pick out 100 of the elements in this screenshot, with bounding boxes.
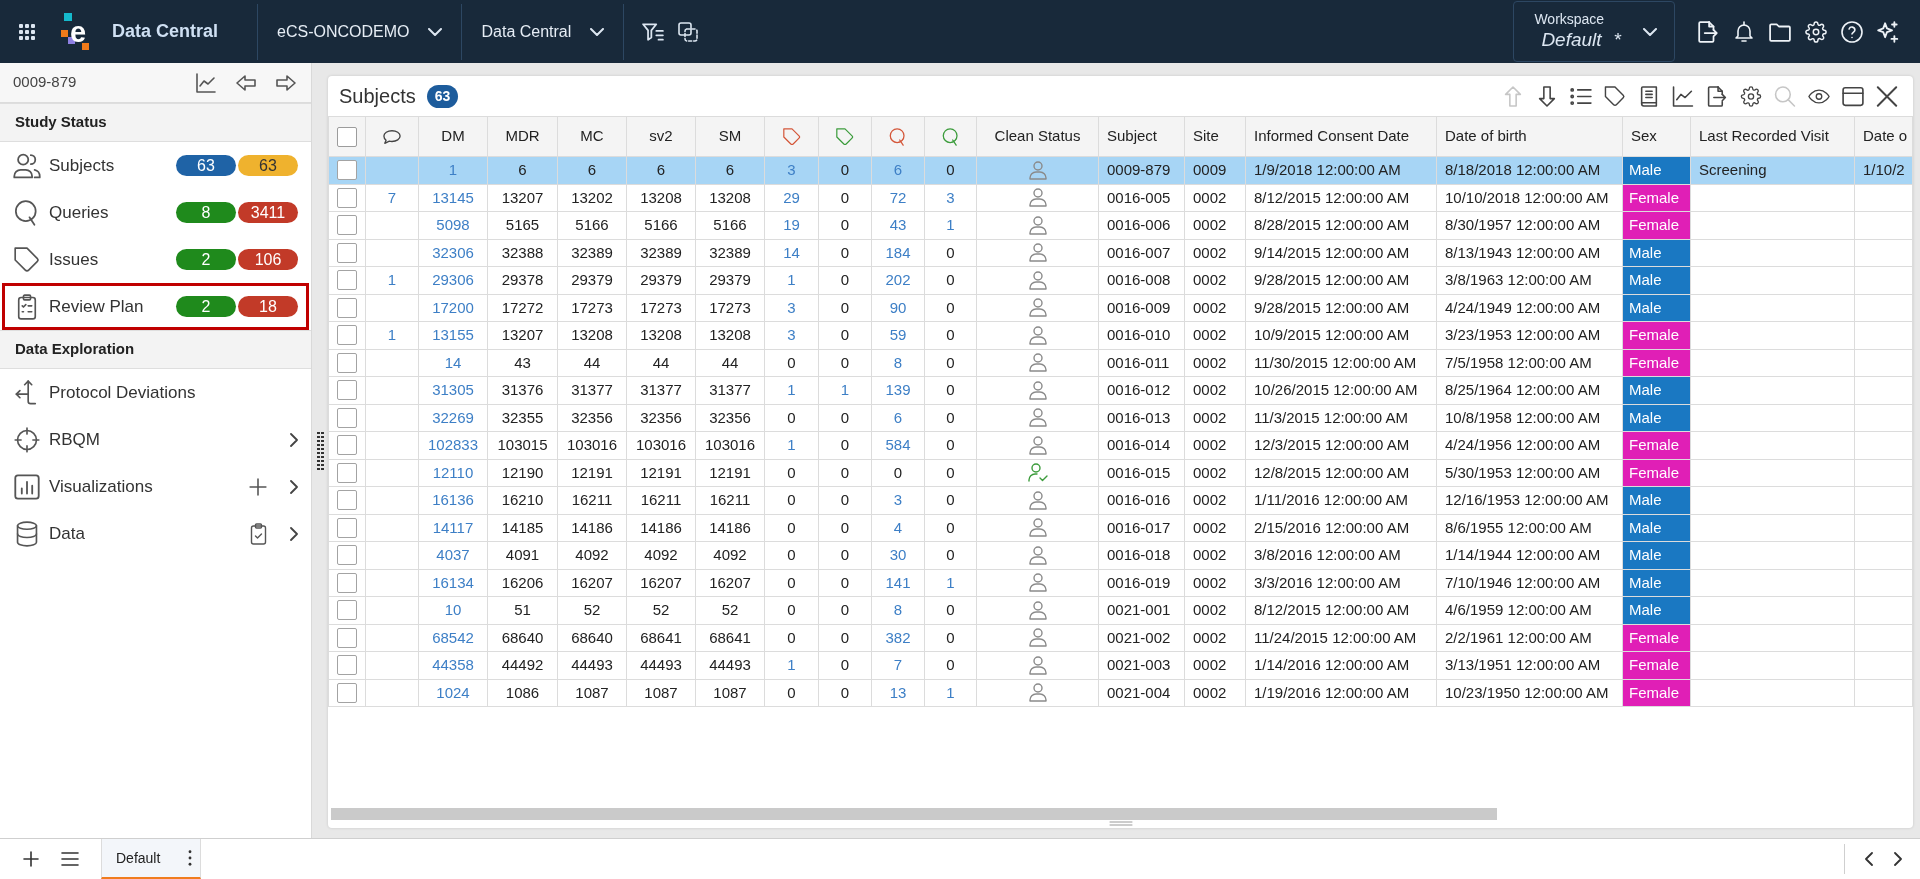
count-link[interactable]: 1 — [787, 436, 796, 453]
dropdown-button[interactable]: Data Central — [462, 0, 624, 63]
row-checkbox[interactable] — [337, 627, 357, 648]
table-row[interactable]: 14117 14185 14186 14186 14186 0 0 4 0 0016-017 0002 2/15/2016 12:00:00 AM 8/6/1955 12:00:00 AM Male — [328, 514, 1913, 542]
chevron-right-icon[interactable] — [290, 479, 298, 494]
book-icon[interactable] — [1638, 85, 1660, 107]
query-icon[interactable] — [941, 127, 960, 146]
count-link[interactable]: 3 — [893, 491, 903, 508]
count-link[interactable]: 7 — [893, 656, 903, 673]
table-row[interactable]: 44358 44492 44493 44493 44493 1 0 7 0 0021-003 0002 1/14/2016 12:00:00 AM 3/13/1951 12:00:00 AM Female — [328, 651, 1913, 679]
table-row[interactable]: 68542 68640 68640 68641 68641 0 0 382 0 0021-002 0002 11/24/2015 12:00:00 AM 2/2/1961 12:00:00 AM Female — [328, 624, 1913, 652]
plus-icon[interactable] — [23, 851, 39, 867]
list-icon[interactable] — [1570, 85, 1592, 107]
chevron-left-icon[interactable] — [1865, 852, 1873, 866]
sidebar-item[interactable]: Issues 2 106 — [0, 236, 311, 283]
count-link[interactable]: 14 — [783, 243, 800, 261]
row-checkbox[interactable] — [337, 655, 357, 676]
count-link[interactable]: 3 — [946, 188, 955, 206]
row-checkbox[interactable] — [337, 545, 357, 566]
export-icon[interactable] — [1706, 85, 1728, 107]
bell-icon[interactable] — [1733, 20, 1755, 43]
chevron-right-icon[interactable] — [290, 526, 298, 541]
table-row[interactable]: 17200 17272 17273 17273 17273 3 0 90 0 0016-009 0002 9/28/2015 12:00:00 AM 4/24/1949 12:00:00 AM Male — [328, 294, 1913, 322]
filter-list-icon[interactable] — [642, 22, 665, 41]
table-row[interactable]: 32306 32388 32389 32389 32389 14 0 184 0 0016-007 0002 9/14/2015 12:00:00 AM 8/13/1943 12:00:00 AM Male — [328, 239, 1913, 267]
count-link[interactable]: 1 — [787, 381, 796, 398]
select-all-checkbox[interactable] — [337, 126, 357, 147]
table-row[interactable]: 102833 103015 103016 103016 103016 1 0 584 0 0016-014 0002 12/3/2015 12:00:00 AM 4/24/1956 12:00:00 AM Female — [328, 431, 1913, 459]
count-link[interactable]: 1 — [946, 216, 955, 233]
count-link[interactable]: 3 — [787, 326, 796, 343]
horizontal-scrollbar-thumb[interactable] — [331, 808, 1497, 820]
row-checkbox[interactable] — [337, 462, 357, 483]
count-link[interactable]: 4 — [893, 518, 903, 536]
count-link[interactable]: 1 — [946, 683, 955, 701]
chevron-right-icon[interactable] — [290, 432, 298, 447]
count-link[interactable]: 1 — [787, 656, 796, 673]
row-checkbox[interactable] — [337, 517, 357, 538]
help-icon[interactable] — [1841, 20, 1863, 43]
count-link[interactable]: 7 — [387, 188, 397, 206]
resize-handle-icon[interactable] — [1108, 821, 1133, 826]
plus-icon[interactable] — [249, 477, 267, 496]
row-checkbox[interactable] — [337, 270, 357, 291]
count-link[interactable]: 1 — [448, 161, 458, 178]
row-checkbox[interactable] — [337, 435, 357, 456]
count-link[interactable]: 1 — [387, 271, 397, 288]
count-link[interactable]: 6 — [893, 408, 903, 426]
line-chart-icon[interactable] — [196, 72, 216, 93]
copy-icon[interactable] — [678, 21, 699, 42]
sidebar-item[interactable]: Queries 8 3411 — [0, 189, 311, 236]
line-chart-icon[interactable] — [1672, 85, 1694, 107]
sparkle-icon[interactable] — [1877, 20, 1899, 43]
count-link[interactable]: 6 — [893, 161, 903, 178]
sidebar-item[interactable]: Review Plan 2 18 — [2, 283, 309, 330]
table-row[interactable]: 1 29306 29378 29379 29379 29379 1 0 202 0 0016-008 0002 9/28/2015 12:00:00 AM 3/8/1963 12:00:00 AM Male — [328, 266, 1913, 294]
sidebar-item[interactable]: Visualizations — [0, 463, 311, 510]
table-row[interactable]: 1 13155 13207 13208 13208 13208 3 0 59 0 0016-010 0002 10/9/2015 12:00:00 AM 3/23/1953 12:00:00 AM Female — [328, 321, 1913, 349]
tab[interactable]: Default — [101, 839, 201, 879]
menu-icon[interactable] — [61, 852, 79, 866]
table-row[interactable]: 14 43 44 44 44 0 0 8 0 0016-011 0002 11/30/2015 12:00:00 AM 7/5/1958 12:00:00 AM Female — [328, 349, 1913, 377]
row-checkbox[interactable] — [337, 682, 357, 703]
count-link[interactable]: 3 — [787, 298, 796, 316]
row-checkbox[interactable] — [337, 490, 357, 511]
query-icon[interactable] — [889, 127, 907, 146]
count-link[interactable]: 19 — [783, 216, 800, 233]
table-row[interactable]: 16136 16210 16211 16211 16211 0 0 3 0 0016-016 0002 1/11/2016 12:00:00 AM 12/16/1953 12:00:00 AM Male — [328, 486, 1913, 514]
row-checkbox[interactable] — [337, 352, 357, 373]
sidebar-item[interactable]: RBQM — [0, 416, 311, 463]
arrow-down-icon[interactable] — [1536, 85, 1558, 107]
count-link[interactable]: 10 — [444, 601, 462, 618]
folder-icon[interactable] — [1769, 20, 1791, 43]
count-link[interactable]: 29 — [783, 188, 800, 206]
count-link[interactable]: 8 — [893, 601, 903, 618]
table-row[interactable]: 1024 1086 1087 1087 1087 0 0 13 1 0021-004 0002 1/19/2016 12:00:00 AM 10/23/1950 12:00:00 AM Female — [328, 679, 1913, 707]
dropdown-button[interactable]: eCS-ONCODEMO — [258, 0, 462, 63]
row-checkbox[interactable] — [337, 297, 357, 318]
sidebar-item[interactable]: Data — [0, 510, 311, 557]
speech-bubble-icon[interactable] — [383, 127, 401, 146]
table-row[interactable]: 4037 4091 4092 4092 4092 0 0 30 0 0016-018 0002 3/8/2016 12:00:00 AM 1/14/1944 12:00:00 AM Male — [328, 541, 1913, 569]
row-checkbox[interactable] — [337, 380, 357, 401]
clipboard-check-icon[interactable] — [250, 522, 267, 545]
count-link[interactable]: 1 — [387, 326, 397, 343]
resize-grip-icon[interactable] — [316, 431, 324, 470]
window-icon[interactable] — [1842, 85, 1864, 107]
table-row[interactable]: 32269 32355 32356 32356 32356 0 0 6 0 0016-013 0002 11/3/2015 12:00:00 AM 10/8/1958 12:00:00 AM Male — [328, 404, 1913, 432]
row-checkbox[interactable] — [337, 160, 357, 181]
count-link[interactable]: 3 — [787, 161, 796, 178]
more-vertical-icon[interactable] — [188, 850, 192, 866]
count-link[interactable]: 8 — [893, 353, 903, 371]
row-checkbox[interactable] — [337, 242, 357, 263]
settings-icon[interactable] — [1740, 85, 1762, 107]
table-row[interactable]: 31305 31376 31377 31377 31377 1 1 139 0 0016-012 0002 10/26/2015 12:00:00 AM 8/25/1964 12:00:00 AM Male — [328, 376, 1913, 404]
chevron-right-icon[interactable] — [1894, 852, 1902, 866]
close-icon[interactable] — [1876, 85, 1898, 107]
count-link[interactable]: 1 — [787, 271, 796, 288]
table-row[interactable]: 10 51 52 52 52 0 0 8 0 0021-001 0002 8/12/2015 12:00:00 AM 4/6/1959 12:00:00 AM Male — [328, 596, 1913, 624]
row-checkbox[interactable] — [337, 407, 357, 428]
table-row[interactable]: 7 13145 13207 13202 13208 13208 29 0 72 3 0016-005 0002 8/12/2015 12:00:00 AM 10/10/2018 12:00:00 AM Female — [328, 184, 1913, 212]
apps-grid-icon[interactable] — [19, 23, 35, 40]
arrow-right-icon[interactable] — [276, 74, 296, 91]
count-link[interactable]: 1 — [946, 573, 955, 591]
